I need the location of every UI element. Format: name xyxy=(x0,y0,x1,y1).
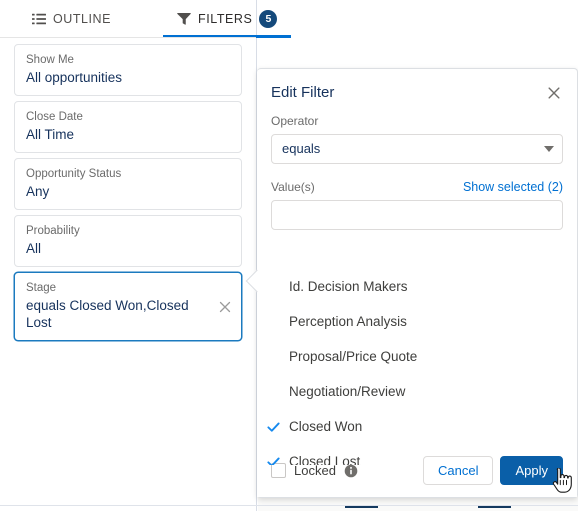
background-bottom-divider xyxy=(0,505,578,506)
panel-tabbar: OUTLINE FILTERS 5 xyxy=(0,0,292,38)
check-icon xyxy=(266,419,281,434)
filter-value: All Time xyxy=(26,127,75,142)
option-row[interactable]: Closed Won xyxy=(257,409,577,444)
funnel-icon xyxy=(177,12,191,26)
filter-list: Show Me All opportunities Close Date All… xyxy=(0,40,256,346)
option-row[interactable]: Proposal/Price Quote xyxy=(257,339,577,374)
check-icon xyxy=(266,454,281,465)
values-row: Value(s) Show selected (2) xyxy=(271,179,563,195)
filter-card-stage[interactable]: Stage equals Closed Won,Closed Lost xyxy=(14,272,242,341)
option-row[interactable]: Perception Analysis xyxy=(257,304,577,339)
filter-card-opportunity-status[interactable]: Opportunity Status Any xyxy=(14,158,242,210)
filter-value: All opportunities xyxy=(26,70,123,85)
locked-checkbox[interactable] xyxy=(271,463,286,478)
filter-label: Close Date xyxy=(26,111,83,123)
filter-label: Show Me xyxy=(26,54,74,66)
value-search-input[interactable] xyxy=(271,200,563,230)
tab-outline-label: OUTLINE xyxy=(53,12,112,26)
option-row[interactable]: Id. Decision Makers xyxy=(257,269,577,304)
operator-label: Operator xyxy=(271,114,319,128)
operator-select[interactable]: equals xyxy=(271,134,563,164)
close-icon[interactable] xyxy=(545,84,563,102)
option-list: Id. Decision Makers Perception Analysis … xyxy=(257,269,577,465)
edit-filter-dialog: Edit Filter Operator equals Value(s) Sho… xyxy=(245,68,578,498)
info-icon[interactable] xyxy=(344,464,358,478)
dialog-header: Edit Filter xyxy=(257,69,577,107)
filter-label: Probability xyxy=(26,225,80,237)
show-selected-link[interactable]: Show selected (2) xyxy=(463,180,563,194)
option-row[interactable]: Closed Lost xyxy=(257,444,577,465)
filter-card-show-me[interactable]: Show Me All opportunities xyxy=(14,44,242,96)
option-label: Negotiation/Review xyxy=(289,384,406,399)
filter-value: equals Closed Won,Closed Lost xyxy=(26,298,189,330)
dialog-body: Operator equals Value(s) Show selected (… xyxy=(257,107,577,465)
locked-label: Locked xyxy=(294,463,336,478)
option-label: Perception Analysis xyxy=(289,314,407,329)
option-label: Closed Won xyxy=(289,419,363,434)
filter-value: All xyxy=(26,241,42,256)
dialog-title: Edit Filter xyxy=(271,84,335,101)
app-root: OUTLINE FILTERS 5 Show Me All opportunit… xyxy=(0,0,578,511)
tab-filters[interactable]: FILTERS 5 xyxy=(163,0,292,38)
filter-value: Any xyxy=(26,184,50,199)
tabbar-baseline xyxy=(0,37,256,38)
remove-filter-icon[interactable] xyxy=(217,299,233,315)
option-row[interactable]: Negotiation/Review xyxy=(257,374,577,409)
option-label: Proposal/Price Quote xyxy=(289,349,418,364)
option-label: Id. Decision Makers xyxy=(289,279,408,294)
filter-label: Stage xyxy=(26,282,57,294)
filter-label: Opportunity Status xyxy=(26,168,122,180)
filter-card-probability[interactable]: Probability All xyxy=(14,215,242,267)
list-icon xyxy=(32,12,46,26)
option-label: Closed Lost xyxy=(289,454,361,465)
operator-select-wrap: equals xyxy=(271,134,563,164)
values-label: Value(s) xyxy=(271,180,315,194)
tab-filters-label: FILTERS xyxy=(198,12,253,26)
filter-card-close-date[interactable]: Close Date All Time xyxy=(14,101,242,153)
locked-checkbox-group[interactable]: Locked xyxy=(271,463,358,478)
tab-outline[interactable]: OUTLINE xyxy=(18,0,125,38)
filters-count-badge: 5 xyxy=(259,10,278,28)
